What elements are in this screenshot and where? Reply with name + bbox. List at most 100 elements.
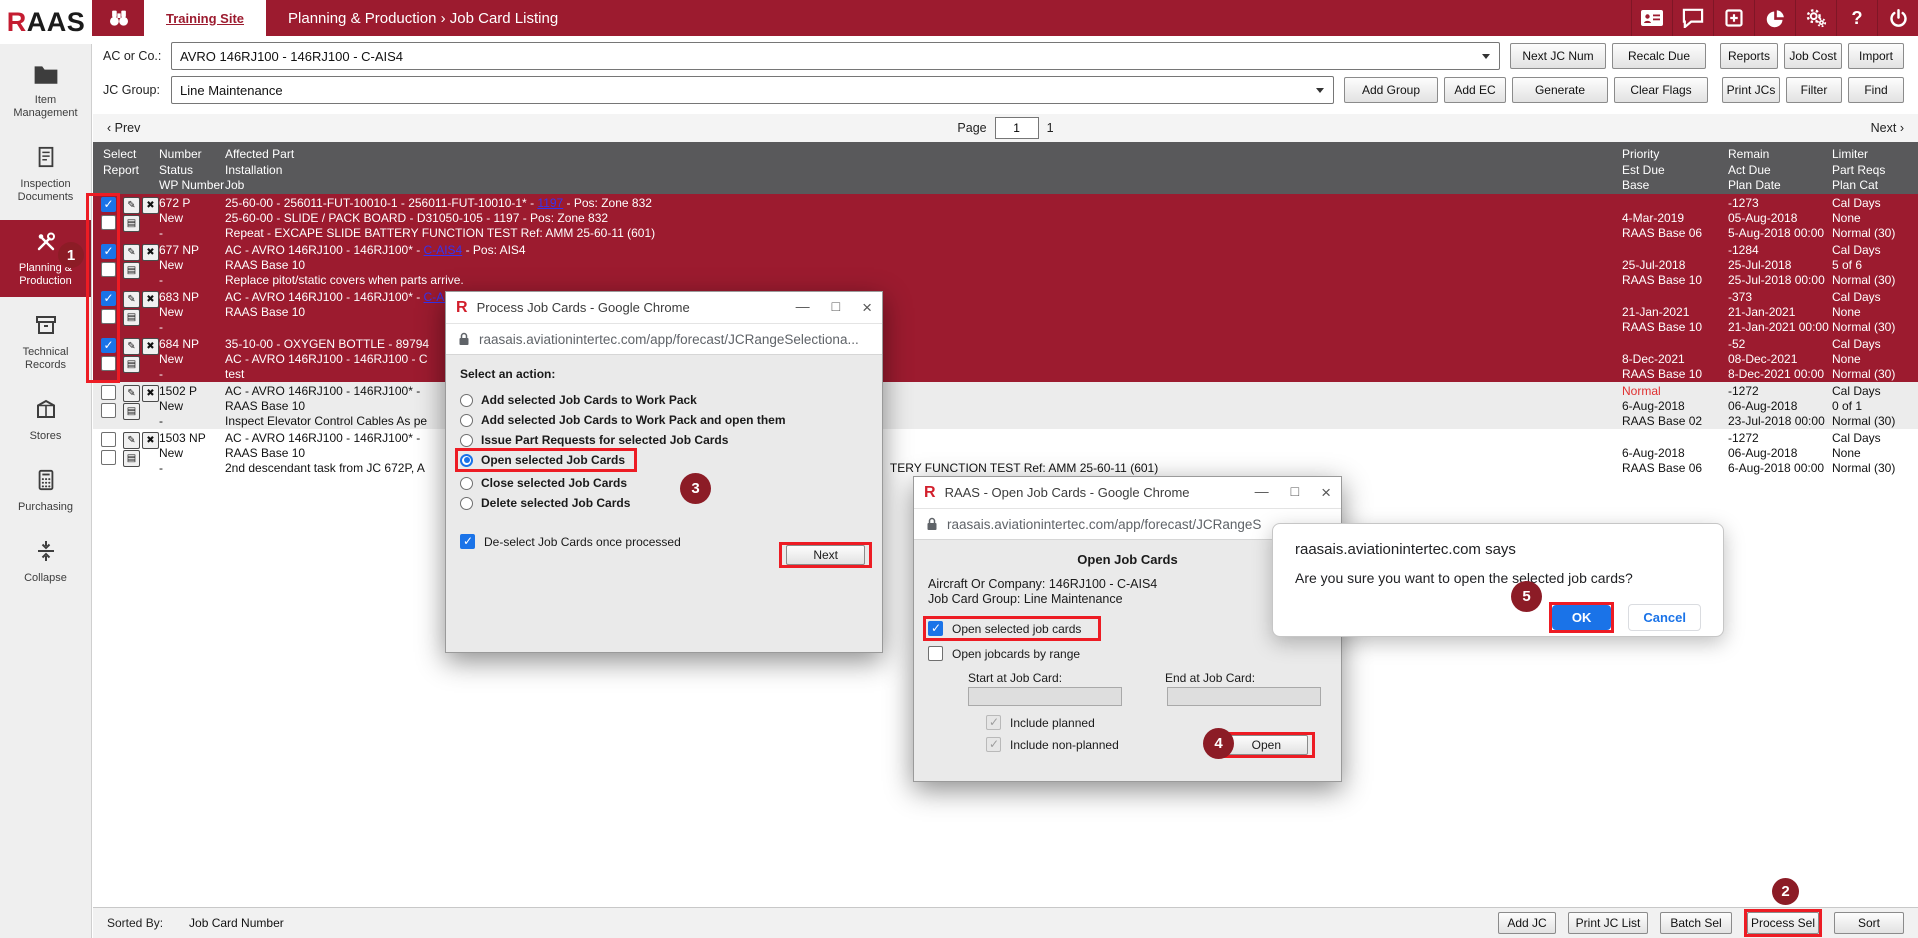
pie-chart-icon[interactable] xyxy=(1754,0,1795,36)
end-jc-input[interactable] xyxy=(1167,687,1321,706)
report-print-icon[interactable]: ▤ xyxy=(123,450,140,467)
edit-icon[interactable]: ✎ xyxy=(123,338,140,355)
close-icon[interactable]: × xyxy=(862,298,872,318)
report-print-icon[interactable]: ▤ xyxy=(123,309,140,326)
radio-icon[interactable] xyxy=(460,454,473,467)
batch-sel-button[interactable]: Batch Sel xyxy=(1660,912,1732,934)
job-cost-button[interactable]: Job Cost xyxy=(1784,43,1842,69)
deselect-checkbox[interactable] xyxy=(460,534,475,549)
report-print-icon[interactable]: ▤ xyxy=(123,403,140,420)
filter-button[interactable]: Filter xyxy=(1786,77,1842,103)
option-issue-part-requests[interactable]: Issue Part Requests for selected Job Car… xyxy=(460,433,868,447)
power-icon[interactable] xyxy=(1877,0,1918,36)
edit-icon[interactable]: ✎ xyxy=(123,291,140,308)
affected-part-link[interactable]: 1197 xyxy=(537,196,563,210)
ok-button[interactable]: OK xyxy=(1552,605,1612,630)
id-card-icon[interactable] xyxy=(1631,0,1672,36)
page-input[interactable] xyxy=(995,117,1039,139)
edit-icon[interactable]: ✎ xyxy=(123,197,140,214)
clear-flags-button[interactable]: Clear Flags xyxy=(1614,77,1708,103)
report-checkbox[interactable] xyxy=(101,215,116,230)
select-checkbox[interactable] xyxy=(101,244,116,259)
open-selected-checkbox-row[interactable]: Open selected job cards xyxy=(928,621,1096,636)
edit-icon[interactable]: ✎ xyxy=(123,244,140,261)
add-ec-button[interactable]: Add EC xyxy=(1444,77,1506,103)
maximize-icon[interactable]: □ xyxy=(832,298,840,318)
cancel-button[interactable]: Cancel xyxy=(1628,604,1701,631)
next-jc-num-button[interactable]: Next JC Num xyxy=(1510,43,1606,69)
select-checkbox[interactable] xyxy=(101,197,116,212)
maximize-icon[interactable]: □ xyxy=(1291,483,1299,503)
open-button[interactable]: Open xyxy=(1225,735,1308,755)
open-selected-checkbox[interactable] xyxy=(928,621,943,636)
option-add-to-workpack-open[interactable]: Add selected Job Cards to Work Pack and … xyxy=(460,413,868,427)
next-button[interactable]: Next xyxy=(786,545,865,565)
select-checkbox[interactable] xyxy=(101,338,116,353)
report-print-icon[interactable]: ▤ xyxy=(123,356,140,373)
import-button[interactable]: Import xyxy=(1848,43,1904,69)
select-checkbox[interactable] xyxy=(101,385,116,400)
report-print-icon[interactable]: ▤ xyxy=(123,262,140,279)
radio-icon[interactable] xyxy=(460,394,473,407)
radio-icon[interactable] xyxy=(460,477,473,490)
process-sel-button[interactable]: Process Sel xyxy=(1747,912,1819,934)
print-jcs-button[interactable]: Print JCs xyxy=(1722,77,1780,103)
sort-button[interactable]: Sort xyxy=(1834,912,1904,934)
app-logo[interactable]: RAAS xyxy=(0,0,92,44)
add-group-button[interactable]: Add Group xyxy=(1344,77,1438,103)
add-jc-button[interactable]: Add JC xyxy=(1498,912,1556,934)
option-add-to-workpack[interactable]: Add selected Job Cards to Work Pack xyxy=(460,393,868,407)
delete-icon[interactable]: ✖ xyxy=(142,385,159,402)
open-by-range-checkbox[interactable] xyxy=(928,646,943,661)
edit-icon[interactable]: ✎ xyxy=(123,432,140,449)
affected-part-link[interactable]: C-AIS4 xyxy=(424,243,463,257)
delete-icon[interactable]: ✖ xyxy=(142,197,159,214)
prev-page-link[interactable]: ‹ Prev xyxy=(107,121,140,135)
minimize-icon[interactable]: — xyxy=(796,298,810,318)
report-print-icon[interactable]: ▤ xyxy=(123,215,140,232)
chat-icon[interactable] xyxy=(1672,0,1713,36)
report-checkbox[interactable] xyxy=(101,309,116,324)
option-delete-selected[interactable]: Delete selected Job Cards xyxy=(460,496,868,510)
sidebar-item-technical-records[interactable]: Technical Records xyxy=(0,304,91,381)
report-checkbox[interactable] xyxy=(101,356,116,371)
option-open-selected[interactable]: Open selected Job Cards xyxy=(460,453,632,467)
find-button[interactable]: Find xyxy=(1848,77,1904,103)
close-icon[interactable]: × xyxy=(1321,483,1331,503)
dialog-title-bar[interactable]: R RAAS - Open Job Cards - Google Chrome … xyxy=(914,477,1341,509)
delete-icon[interactable]: ✖ xyxy=(142,338,159,355)
jc-group-select[interactable]: Line Maintenance xyxy=(171,76,1334,104)
ac-select[interactable]: AVRO 146RJ100 - 146RJ100 - C-AIS4 xyxy=(171,42,1500,70)
tab-training-site[interactable]: Training Site xyxy=(144,0,266,36)
radio-icon[interactable] xyxy=(460,497,473,510)
settings-gears-icon[interactable] xyxy=(1795,0,1836,36)
open-by-range-checkbox-row[interactable]: Open jobcards by range xyxy=(928,646,1327,661)
new-window-icon[interactable] xyxy=(1713,0,1754,36)
sidebar-item-inspection-documents[interactable]: Inspection Documents xyxy=(0,136,91,213)
delete-icon[interactable]: ✖ xyxy=(142,291,159,308)
sidebar-item-item-management[interactable]: Item Management xyxy=(0,54,91,129)
dialog-title-bar[interactable]: R Process Job Cards - Google Chrome — □ … xyxy=(446,292,882,324)
sidebar-item-stores[interactable]: Stores xyxy=(0,388,91,452)
reports-button[interactable]: Reports xyxy=(1720,43,1778,69)
next-page-link[interactable]: Next › xyxy=(1871,121,1904,135)
report-checkbox[interactable] xyxy=(101,403,116,418)
minimize-icon[interactable]: — xyxy=(1255,483,1269,503)
radio-icon[interactable] xyxy=(460,414,473,427)
generate-button[interactable]: Generate xyxy=(1512,77,1608,103)
sidebar-item-collapse[interactable]: Collapse xyxy=(0,530,91,594)
select-checkbox[interactable] xyxy=(101,432,116,447)
sidebar-item-purchasing[interactable]: Purchasing xyxy=(0,459,91,523)
report-checkbox[interactable] xyxy=(101,450,116,465)
help-icon[interactable]: ? xyxy=(1836,0,1877,36)
select-checkbox[interactable] xyxy=(101,291,116,306)
radio-icon[interactable] xyxy=(460,434,473,447)
delete-icon[interactable]: ✖ xyxy=(142,244,159,261)
start-jc-input[interactable] xyxy=(968,687,1122,706)
option-close-selected[interactable]: Close selected Job Cards xyxy=(460,476,868,490)
report-checkbox[interactable] xyxy=(101,262,116,277)
recalc-due-button[interactable]: Recalc Due xyxy=(1612,43,1706,69)
delete-icon[interactable]: ✖ xyxy=(142,432,159,449)
edit-icon[interactable]: ✎ xyxy=(123,385,140,402)
print-jc-list-button[interactable]: Print JC List xyxy=(1568,912,1648,934)
